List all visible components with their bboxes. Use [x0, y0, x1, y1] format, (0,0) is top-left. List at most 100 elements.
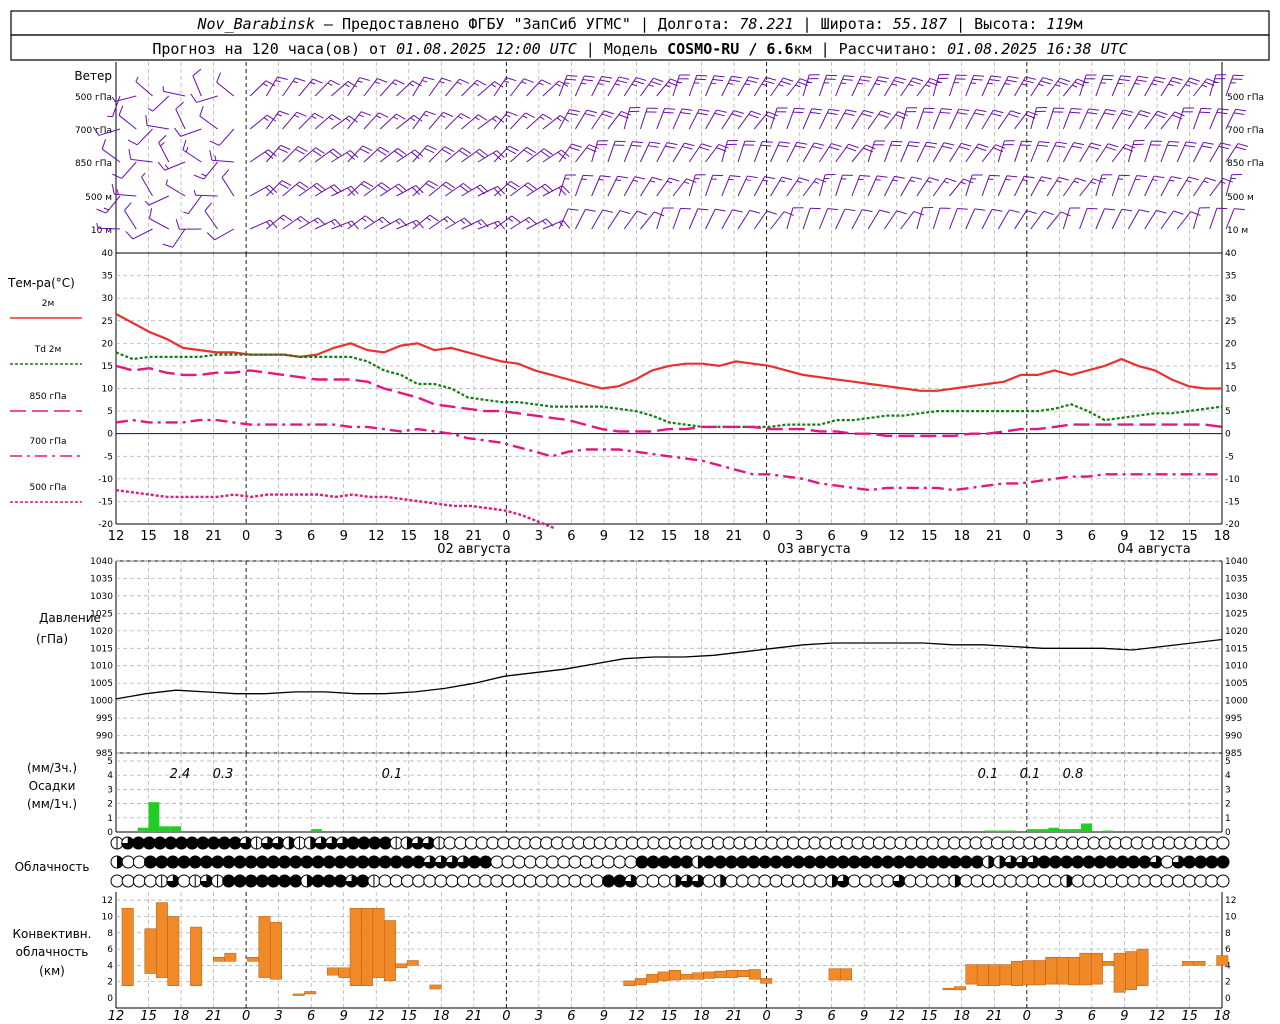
cloud-circle — [1026, 874, 1040, 888]
cloud-circle — [582, 836, 596, 850]
barb-flag — [654, 211, 665, 217]
barb-half — [328, 116, 334, 121]
cloud-symbol — [613, 874, 627, 888]
cloud-circle — [937, 874, 951, 888]
barb-half — [926, 180, 932, 183]
barb-flag — [145, 114, 148, 126]
precip-bar — [1005, 830, 1016, 832]
cloud-symbol — [411, 836, 425, 850]
cloud-symbol — [881, 855, 895, 869]
cloud-symbol — [1044, 836, 1058, 850]
barb-flag — [216, 72, 221, 83]
cloud-symbol — [293, 836, 307, 850]
wind-barb — [145, 114, 169, 130]
cloud-circle — [635, 874, 649, 888]
y-tick-label-left: 10 — [102, 912, 114, 922]
cloud-symbol — [590, 855, 604, 869]
wind-barb — [1062, 177, 1087, 197]
cloud-circle — [454, 836, 468, 850]
barb-half — [727, 82, 734, 85]
wind-barb — [835, 75, 855, 97]
barb-staff — [656, 108, 666, 130]
barb-flag — [568, 208, 579, 211]
x-tick-label: 15 — [400, 529, 417, 544]
cloud-symbol — [669, 855, 683, 869]
barb-staff — [1079, 74, 1087, 97]
barb-staff — [591, 110, 605, 130]
x-tick-label: 12 — [628, 529, 645, 544]
cloud-circle — [546, 874, 560, 888]
cloud-symbol — [747, 874, 761, 888]
x-tick-label: 21 — [986, 529, 1003, 544]
barb-flag — [162, 243, 173, 248]
cloud-symbol — [222, 855, 236, 869]
cloud-circle — [233, 855, 247, 869]
x-tick-label-bottom: 9 — [600, 1009, 608, 1024]
barb-staff — [721, 209, 733, 230]
barb-staff — [1111, 144, 1126, 163]
wind-barb — [165, 179, 186, 197]
cloud-circle — [211, 855, 225, 869]
cloud-symbol — [144, 874, 158, 888]
barb-half — [148, 108, 154, 112]
cloud-circle — [625, 836, 639, 850]
barb-half — [508, 217, 514, 222]
barb-flag — [664, 107, 676, 110]
barb-flag — [842, 78, 853, 81]
cloud-circle — [814, 855, 828, 869]
cloud-symbol — [1087, 836, 1101, 850]
x-tick-label: 6 — [1088, 529, 1096, 544]
cloud-circle — [289, 855, 303, 869]
cloud-symbol — [724, 855, 738, 869]
barb-staff — [802, 208, 811, 230]
cloud-symbol — [110, 874, 124, 888]
wind-barb — [753, 210, 778, 230]
barb-flag — [729, 79, 741, 83]
barb-flag — [1138, 209, 1150, 213]
cloud-symbol — [303, 836, 317, 850]
cloud-circle — [1104, 874, 1118, 888]
barb-flag — [425, 110, 436, 116]
cloud-symbol — [825, 855, 839, 869]
barb-flag — [569, 109, 580, 113]
wind-barb — [314, 218, 343, 230]
barb-staff — [1062, 142, 1075, 163]
cloud-circle — [590, 874, 604, 888]
cloud-symbol — [233, 855, 247, 869]
barb-flag — [972, 78, 983, 81]
wind-barb — [916, 141, 937, 163]
cloud-circle — [1048, 855, 1062, 869]
wind-barb — [182, 139, 202, 163]
barb-flag — [562, 220, 571, 229]
legend-label: 500 гПа — [29, 483, 66, 493]
barb-staff — [1062, 177, 1077, 197]
barb-staff — [396, 149, 416, 163]
cloud-circle — [1037, 855, 1051, 869]
barb-staff — [1014, 111, 1029, 130]
wind-barb — [314, 114, 341, 130]
y-tick-label-right: 1020 — [1225, 627, 1248, 637]
cloud-circle — [1023, 836, 1037, 850]
barb-flag — [1092, 178, 1104, 183]
barb-flag — [894, 175, 905, 179]
wind-barb — [428, 216, 456, 230]
wind-barb — [282, 77, 306, 97]
wind-barb — [526, 148, 553, 163]
cloud-symbol — [311, 855, 325, 869]
barb-staff — [347, 145, 364, 163]
y-tick-label-right: 3 — [1225, 785, 1231, 795]
wind-barb — [932, 207, 951, 230]
wind-barb — [175, 101, 186, 130]
barb-half — [1071, 84, 1078, 88]
wind-barb — [591, 175, 611, 197]
barb-half — [649, 180, 656, 183]
barb-staff — [640, 211, 655, 230]
cloud-circle — [1104, 855, 1118, 869]
barb-flag — [619, 210, 631, 214]
barb-staff — [204, 210, 218, 230]
cloud-circle — [1130, 836, 1144, 850]
cloud-symbol — [1119, 836, 1133, 850]
barb-flag — [312, 78, 323, 84]
cloud-symbol — [289, 874, 303, 888]
barb-staff — [721, 110, 735, 130]
